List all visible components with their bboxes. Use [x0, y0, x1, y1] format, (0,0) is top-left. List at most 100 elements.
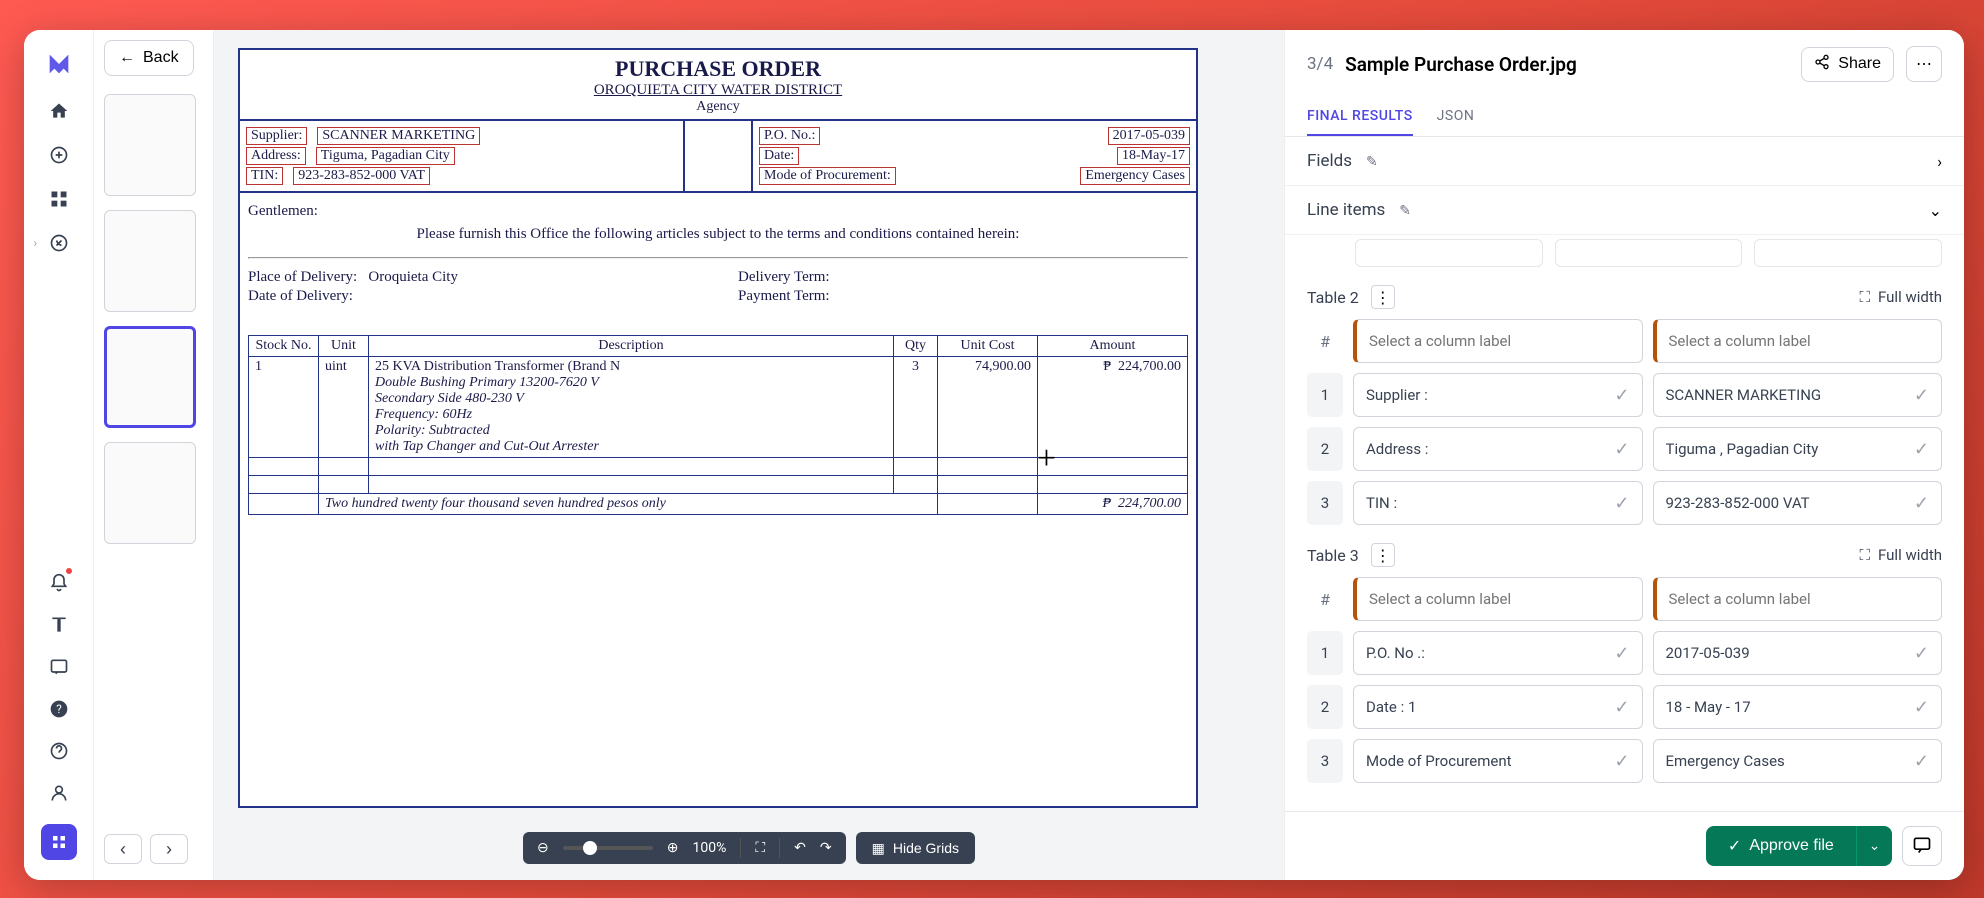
compass-icon[interactable]	[48, 232, 70, 254]
table-row-num: 3	[1307, 481, 1343, 525]
fields-section[interactable]: Fields ✎ ›	[1285, 137, 1964, 186]
results-panel: 3/4 Sample Purchase Order.jpg Share ⋯ FI…	[1284, 30, 1964, 880]
table-row-num: 2	[1307, 427, 1343, 471]
tab-final-results[interactable]: FINAL RESULTS	[1307, 98, 1413, 136]
zoom-out-icon[interactable]: ⊖	[537, 840, 549, 856]
table-3-col1-header[interactable]	[1353, 577, 1643, 621]
tab-json[interactable]: JSON	[1437, 98, 1475, 136]
share-button[interactable]: Share	[1801, 47, 1894, 82]
check-icon[interactable]: ✓	[1614, 643, 1629, 664]
table-row-num: 3	[1307, 739, 1343, 783]
app-logo-icon	[45, 50, 73, 78]
more-options-button[interactable]: ⋯	[1906, 46, 1942, 82]
doc-title: PURCHASE ORDER	[240, 56, 1196, 82]
table-3-col2-header[interactable]	[1653, 577, 1943, 621]
check-icon[interactable]: ✓	[1614, 385, 1629, 406]
home-icon[interactable]	[48, 100, 70, 122]
viewer-toolbar: ⊖ ⊕ 100% ⛶ ↶ ↷ ▦ Hide Grids	[523, 832, 975, 864]
table-cell[interactable]: ✓	[1353, 739, 1643, 783]
zoom-slider[interactable]	[563, 846, 653, 850]
check-icon[interactable]: ✓	[1914, 493, 1929, 514]
document-page[interactable]: PURCHASE ORDER OROQUIETA CITY WATER DIST…	[238, 48, 1198, 808]
page-thumbnail-1[interactable]	[104, 94, 196, 196]
help-outline-icon[interactable]	[48, 740, 70, 762]
page-thumbnail-4[interactable]	[104, 442, 196, 544]
share-icon	[1814, 54, 1830, 75]
check-icon[interactable]: ✓	[1614, 751, 1629, 772]
chevron-down-icon: ⌄	[1929, 201, 1942, 220]
hide-grids-button[interactable]: ▦ Hide Grids	[856, 832, 975, 864]
check-icon[interactable]: ✓	[1614, 439, 1629, 460]
file-name: Sample Purchase Order.jpg	[1345, 53, 1789, 76]
table-2-grid: # 1 ✓ ✓ 2 ✓ ✓ 3 ✓ ✓	[1307, 319, 1942, 525]
ellipsis-icon: ⋯	[1916, 54, 1932, 74]
pencil-icon[interactable]: ✎	[1366, 154, 1378, 170]
check-icon[interactable]: ✓	[1614, 493, 1629, 514]
table-2-col1-header[interactable]	[1353, 319, 1643, 363]
table-cell[interactable]: ✓	[1653, 739, 1943, 783]
help-filled-icon[interactable]: ?	[48, 698, 70, 720]
table-cell[interactable]: ✓	[1353, 373, 1643, 417]
chat-button[interactable]	[1902, 826, 1942, 866]
page-thumbnail-3[interactable]	[104, 326, 196, 428]
chat-icon	[1912, 835, 1932, 858]
approve-dropdown-button[interactable]: ⌄	[1856, 826, 1892, 866]
rotate-right-icon[interactable]: ↷	[820, 840, 832, 856]
apps-icon[interactable]	[48, 188, 70, 210]
line-items-section[interactable]: Line items ✎ ⌄	[1285, 186, 1964, 235]
table-2-menu[interactable]: ⋮	[1371, 285, 1395, 309]
table-cell[interactable]: ✓	[1653, 427, 1943, 471]
table-cell[interactable]: ✓	[1653, 685, 1943, 729]
check-icon[interactable]: ✓	[1914, 697, 1929, 718]
check-icon[interactable]: ✓	[1914, 385, 1929, 406]
table-cell[interactable]: ✓	[1353, 427, 1643, 471]
zoom-percent: 100%	[692, 840, 726, 856]
back-label: Back	[143, 49, 179, 67]
line-items-table: Stock No. Unit Description Qty Unit Cost…	[248, 335, 1188, 515]
table-cell[interactable]: ✓	[1653, 631, 1943, 675]
user-icon[interactable]	[48, 782, 70, 804]
back-button[interactable]: ← Back	[104, 40, 194, 76]
book-icon[interactable]	[48, 614, 70, 636]
check-icon[interactable]: ✓	[1914, 751, 1929, 772]
table-3-menu[interactable]: ⋮	[1371, 543, 1395, 567]
fields-label: Fields	[1307, 151, 1352, 171]
grid-view-button[interactable]	[41, 824, 77, 860]
table-3-grid: # 1 ✓ ✓ 2 ✓ ✓ 3 ✓ ✓	[1307, 577, 1942, 783]
page-counter: 3/4	[1307, 54, 1333, 74]
table-cell[interactable]: ✓	[1353, 481, 1643, 525]
prev-page-button[interactable]: ‹	[104, 834, 142, 864]
check-icon[interactable]: ✓	[1914, 643, 1929, 664]
document-viewer: PURCHASE ORDER OROQUIETA CITY WATER DIST…	[214, 30, 1284, 880]
table-cell[interactable]: ✓	[1353, 685, 1643, 729]
check-icon[interactable]: ✓	[1614, 697, 1629, 718]
thumbnail-panel: ← Back ‹ ›	[94, 30, 214, 880]
crosshair-cursor-icon: +	[1037, 440, 1056, 478]
svg-text:?: ?	[56, 702, 62, 716]
zoom-in-icon[interactable]: ⊕	[667, 840, 679, 856]
full-width-button[interactable]: ⛶ Full width	[1860, 546, 1942, 564]
full-width-button[interactable]: ⛶ Full width	[1860, 288, 1942, 306]
doc-agency: Agency	[240, 99, 1196, 115]
fit-icon[interactable]: ⛶	[755, 840, 765, 856]
bell-icon[interactable]	[48, 572, 70, 594]
expand-icon: ⛶	[1860, 546, 1871, 564]
table-cell[interactable]: ✓	[1653, 481, 1943, 525]
next-page-button[interactable]: ›	[150, 834, 188, 864]
table-cell[interactable]: ✓	[1653, 373, 1943, 417]
arrow-left-icon: ←	[119, 49, 135, 67]
add-icon[interactable]	[48, 144, 70, 166]
rotate-left-icon[interactable]: ↶	[794, 840, 806, 856]
expand-icon: ⛶	[1860, 288, 1871, 306]
table-2-col2-header[interactable]	[1653, 319, 1943, 363]
check-icon[interactable]: ✓	[1914, 439, 1929, 460]
nav-rail: ?	[24, 30, 94, 880]
page-thumbnail-2[interactable]	[104, 210, 196, 312]
table-cell[interactable]: ✓	[1353, 631, 1643, 675]
table-3-title: Table 3	[1307, 546, 1359, 565]
pencil-icon[interactable]: ✎	[1399, 203, 1411, 219]
hash-header: #	[1307, 577, 1343, 621]
comment-icon[interactable]	[48, 656, 70, 678]
approve-file-button[interactable]: ✓ Approve file	[1706, 826, 1856, 866]
line-items-label: Line items	[1307, 200, 1385, 220]
